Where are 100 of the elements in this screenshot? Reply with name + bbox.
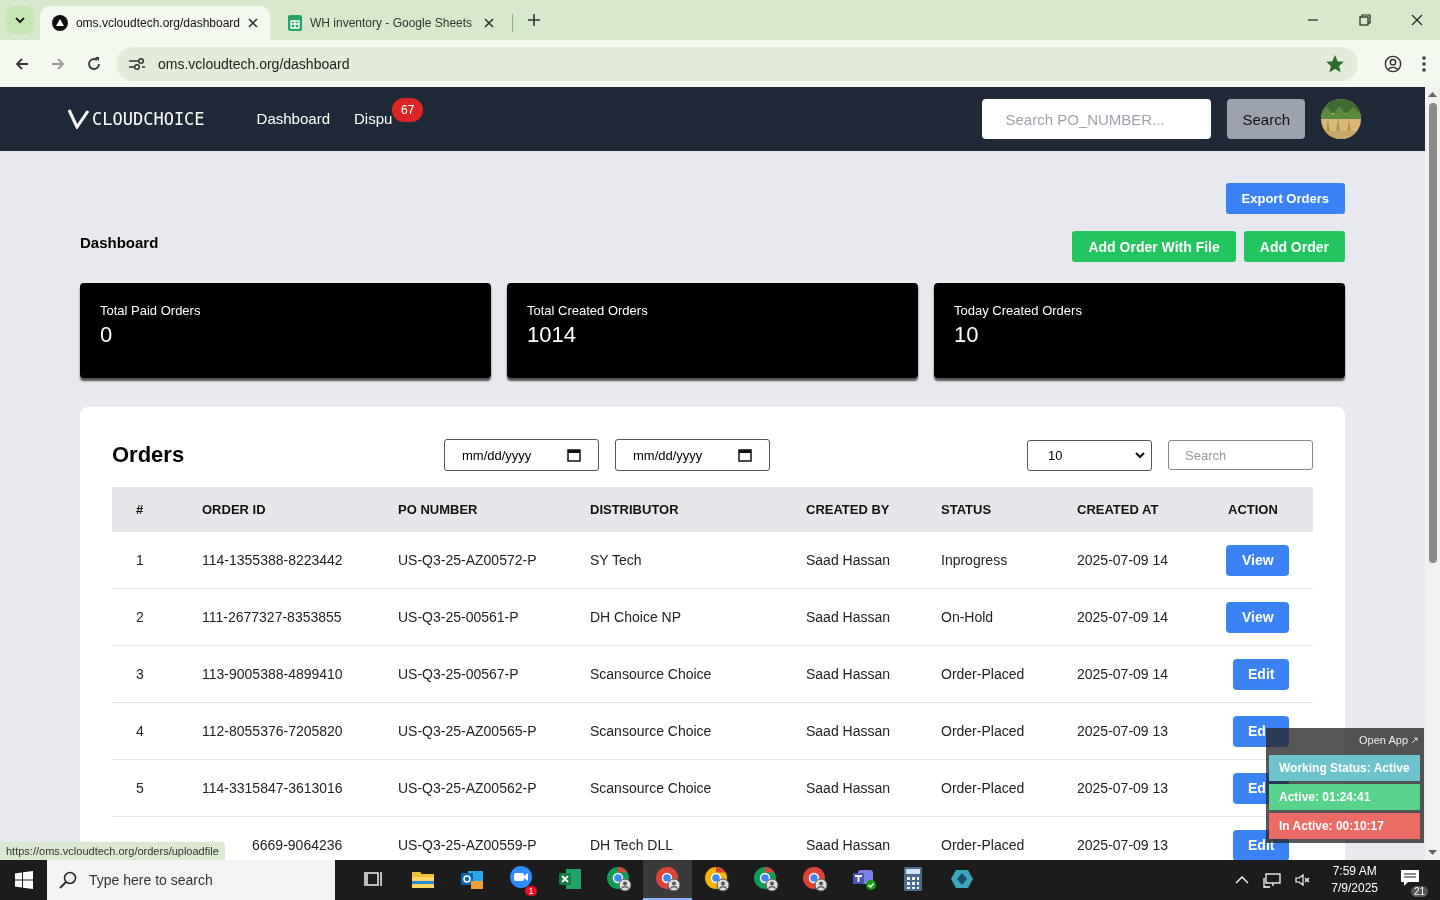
taskbar-search-field[interactable]: Type here to search xyxy=(47,860,335,900)
column-header: CREATED AT xyxy=(1077,502,1160,517)
address-bar[interactable]: oms.vcloudtech.org/dashboard xyxy=(116,46,1358,81)
back-icon[interactable] xyxy=(14,55,30,72)
nav-link[interactable]: Dashboard xyxy=(256,110,330,127)
calendar-icon[interactable] xyxy=(567,448,581,462)
nav-link[interactable]: Dispu xyxy=(354,110,393,127)
browser-profile-icon xyxy=(605,866,632,892)
notification-count: 21 xyxy=(1410,886,1428,897)
edit-button[interactable]: Edit xyxy=(1233,658,1289,690)
forward-icon[interactable] xyxy=(50,55,66,72)
view-button[interactable]: View xyxy=(1226,544,1289,576)
link-preview: https://oms.vcloudtech.org/orders/uploadfile xyxy=(0,842,225,860)
profile-icon[interactable] xyxy=(1384,54,1402,73)
table-cell-text: Saad Hassan xyxy=(806,609,892,625)
table-cell-text: 2025-07-09 14 xyxy=(1077,666,1170,682)
column-header: ORDER ID xyxy=(202,502,267,517)
table-cell-text: SY Tech xyxy=(590,552,643,568)
table-cell-text: Scansource Choice xyxy=(590,780,713,796)
table-cell-text: 3 xyxy=(135,666,145,682)
table-cell-text: 114-1355388-8223442 xyxy=(202,552,344,568)
search-icon xyxy=(59,871,77,889)
export-orders-button[interactable]: Export Orders xyxy=(1225,183,1345,214)
browser-profile-icon xyxy=(703,866,730,892)
table-cell-text: Inprogress xyxy=(941,552,1009,568)
open-app-link[interactable]: Open App xyxy=(1357,732,1420,752)
menu-icon[interactable] xyxy=(1422,55,1426,72)
stat-label: Total Paid Orders xyxy=(100,303,202,318)
scroll-down-icon[interactable] xyxy=(1428,850,1437,856)
table-cell-text: Saad Hassan xyxy=(806,666,892,682)
reload-icon[interactable] xyxy=(86,55,102,72)
notifications-icon[interactable] xyxy=(1400,869,1420,887)
status-bar: In Active: 00:10:17 xyxy=(1269,813,1420,839)
table-cell-text: Scansource Choice xyxy=(590,723,713,739)
table-cell-text: US-Q3-25-00567-P xyxy=(398,666,520,682)
chevron-up-icon[interactable] xyxy=(1235,875,1250,885)
table-cell-text: Order-Placed xyxy=(941,780,1026,796)
table-cell-text: Order-Placed xyxy=(941,666,1026,682)
mail-app-icon xyxy=(459,868,484,890)
date-field[interactable]: mm/dd/yyyy xyxy=(615,439,770,471)
logo[interactable]: CLOUDCHOICE xyxy=(68,109,205,129)
site-icon xyxy=(52,15,68,31)
table-cell-text: US-Q3-25-00561-P xyxy=(398,609,520,625)
close-icon[interactable] xyxy=(248,18,258,28)
muted-speaker-icon[interactable] xyxy=(1295,873,1312,887)
search-field[interactable]: Search xyxy=(1168,440,1313,470)
table-cell-text: 4 xyxy=(135,723,145,739)
taskbar-app[interactable]: 1 xyxy=(496,860,545,900)
date-field[interactable]: mm/dd/yyyy xyxy=(444,439,599,471)
restore-icon[interactable] xyxy=(1359,14,1371,26)
table-cell-text: Scansource Choice xyxy=(590,666,713,682)
team-chat-icon xyxy=(850,867,877,891)
browser-tab[interactable]: WH inventory - Google Sheets xyxy=(276,6,506,40)
table-cell-text: 112-8055376-7205820 xyxy=(202,723,344,739)
external-link-icon xyxy=(1411,736,1418,744)
browser-tab[interactable]: oms.vcloudtech.org/dashboard xyxy=(40,6,270,40)
browser-profile-icon xyxy=(752,866,779,892)
bookmark-star-icon[interactable] xyxy=(1326,54,1344,73)
diamond-app-icon xyxy=(949,867,974,891)
scrollbar-thumb[interactable] xyxy=(1428,103,1437,563)
calendar-icon[interactable] xyxy=(738,448,752,462)
status-bar: Active: 01:24:41 xyxy=(1269,784,1420,810)
close-icon[interactable] xyxy=(484,18,494,28)
new-tab-icon[interactable] xyxy=(527,13,541,27)
task-view-icon xyxy=(363,869,384,889)
stat-value: 0 xyxy=(100,322,114,348)
table-cell-text: US-Q3-25-AZ00565-P xyxy=(398,723,538,739)
tab-list-button[interactable] xyxy=(6,6,34,34)
orders-title: Orders xyxy=(112,442,186,468)
table-cell-text: Saad Hassan xyxy=(806,552,892,568)
page-size-select[interactable]: 10 xyxy=(1027,439,1152,471)
search-button[interactable]: Search xyxy=(1227,99,1305,139)
scroll-up-icon[interactable] xyxy=(1428,91,1437,97)
table-cell-text: DH Tech DLL xyxy=(590,837,674,853)
table-cell-text: Saad Hassan xyxy=(806,837,892,853)
search-field[interactable]: Search PO_NUMBER... xyxy=(982,99,1212,139)
status-bar: Working Status: Active xyxy=(1269,755,1420,781)
taskbar-app[interactable] xyxy=(643,860,692,900)
table-cell-text: DH Choice NP xyxy=(590,609,683,625)
caret-icon xyxy=(1135,451,1145,459)
stat-value: 10 xyxy=(954,322,980,348)
column-header: PO NUMBER xyxy=(398,502,479,517)
windows-start-icon[interactable] xyxy=(15,871,33,889)
notification-badge: 1 xyxy=(525,886,537,896)
folder-icon xyxy=(410,869,435,889)
page-title: Dashboard xyxy=(80,234,159,251)
table-cell-text: US-Q3-25-AZ00562-P xyxy=(398,780,538,796)
stat-label: Today Created Orders xyxy=(954,303,1083,318)
site-settings-icon[interactable] xyxy=(128,56,146,71)
table-cell-text: On-Hold xyxy=(941,609,995,625)
spreadsheet-app-icon xyxy=(557,868,582,890)
close-icon[interactable] xyxy=(1411,14,1423,26)
video-call-icon xyxy=(508,865,533,889)
column-header: # xyxy=(135,502,145,517)
clock[interactable]: 7:59 AM 7/9/2025 xyxy=(1331,863,1378,897)
chevron-down-icon xyxy=(14,16,26,24)
network-icon[interactable] xyxy=(1263,872,1282,888)
view-button[interactable]: View xyxy=(1226,601,1289,633)
table-cell-text: 5 xyxy=(135,780,145,796)
table-cell-text: US-Q3-25-AZ00559-P xyxy=(398,837,538,853)
